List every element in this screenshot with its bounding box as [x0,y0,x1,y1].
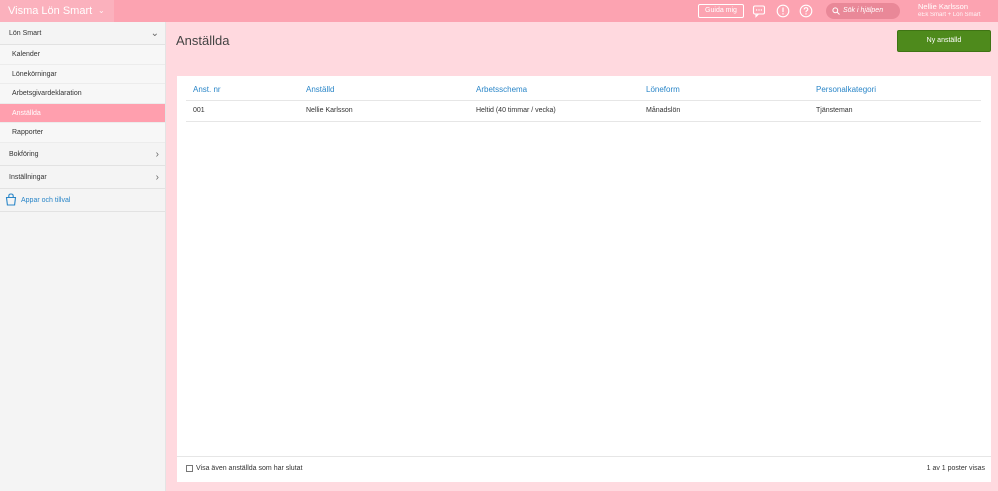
help-icon[interactable] [799,4,813,18]
sidebar-section-lon-smart[interactable]: Lön Smart ⌄ [0,22,165,45]
app-title: Visma Lön Smart [8,5,93,17]
column-header-personalkategori[interactable]: Personalkategori [809,79,981,101]
app-brand-menu[interactable]: Visma Lön Smart ⌄ [0,0,114,22]
column-header-anstalld[interactable]: Anställd [299,79,469,101]
apps-label: Appar och tillval [21,196,71,204]
show-ended-toggle[interactable]: Visa även anställda som har slutat [186,465,303,472]
sidebar-section-label: Inställningar [9,173,47,181]
sidebar-item-apps[interactable]: Appar och tillval [0,189,165,212]
chevron-down-icon: ⌄ [98,6,105,15]
top-bar: Visma Lön Smart ⌄ Guida mig Sök i hjälpe… [0,0,998,22]
user-name[interactable]: Nellie Karlsson [918,2,968,11]
alert-icon[interactable] [776,4,790,18]
chevron-right-icon: › [155,148,159,160]
table-row[interactable]: 001 Nellie Karlsson Heltid (40 timmar / … [186,100,981,122]
chevron-down-icon: ⌄ [150,28,159,39]
employees-card: Anst. nr Anställd Arbetsschema Löneform … [177,76,991,482]
help-search-input[interactable]: Sök i hjälpen [826,3,900,19]
cell-loneform: Månadslön [639,100,809,122]
sidebar-section-label: Bokföring [9,150,39,158]
sidebar-section-label: Lön Smart [9,30,42,37]
sidebar-section-installningar[interactable]: Inställningar › [0,166,165,189]
record-count: 1 av 1 poster visas [926,465,985,472]
column-header-arbetsschema[interactable]: Arbetsschema [469,79,639,101]
sidebar-item-lonekorningar[interactable]: Lönekörningar [0,64,165,84]
shopping-bag-icon [5,192,17,206]
search-placeholder: Sök i hjälpen [843,7,884,14]
cell-anstalld: Nellie Karlsson [299,100,469,122]
user-company[interactable]: eEk Smart + Lön Smart [918,12,981,18]
cell-arbetsschema: Heltid (40 timmar / vecka) [469,100,639,122]
column-header-loneform[interactable]: Löneform [639,79,809,101]
page-title: Anställda [176,33,230,48]
column-header-anst-nr[interactable]: Anst. nr [186,79,299,101]
cell-personalkategori: Tjänsteman [809,100,981,122]
table-footer: Visa även anställda som har slutat 1 av … [177,456,991,482]
sidebar-section-bokforing[interactable]: Bokföring › [0,143,165,166]
sidebar-item-arbetsgivardeklaration[interactable]: Arbetsgivardeklaration [0,84,165,104]
cell-anst-nr: 001 [186,100,299,122]
sidebar-item-kalender[interactable]: Kalender [0,45,165,65]
new-employee-button[interactable]: Ny anställd [897,30,991,52]
table-header-row: Anst. nr Anställd Arbetsschema Löneform … [186,79,981,101]
employees-table: Anst. nr Anställd Arbetsschema Löneform … [186,79,981,122]
show-ended-checkbox[interactable] [186,465,193,472]
search-icon [832,7,840,15]
guide-button[interactable]: Guida mig [698,4,744,18]
sidebar-item-anstallda[interactable]: Anställda [0,103,165,123]
sidebar-item-rapporter[interactable]: Rapporter [0,123,165,143]
chevron-right-icon: › [155,171,159,183]
sidebar: Lön Smart ⌄ Kalender Lönekörningar Arbet… [0,22,166,491]
chat-icon[interactable] [752,4,766,18]
show-ended-label: Visa även anställda som har slutat [196,465,303,472]
